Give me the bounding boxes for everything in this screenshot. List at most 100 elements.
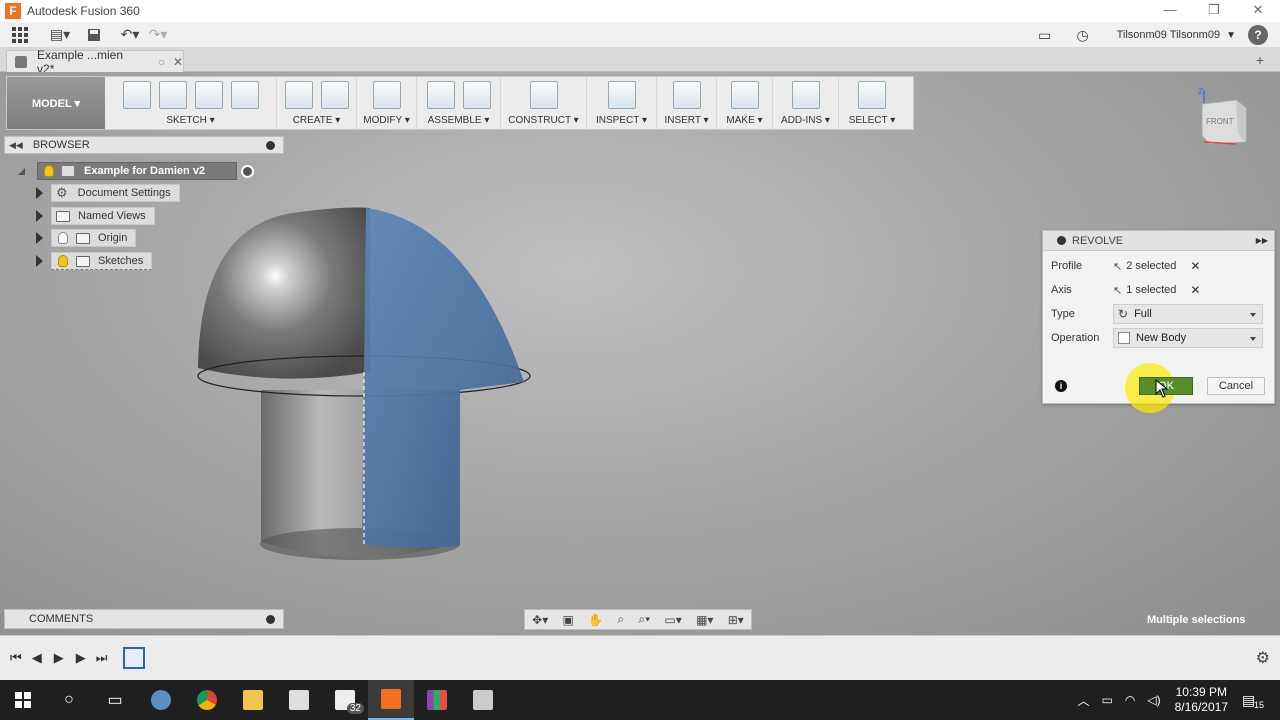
expand-triangle-icon[interactable] (36, 255, 43, 267)
rectangle-icon[interactable] (194, 81, 223, 109)
fit-icon[interactable]: ⌕▾ (638, 612, 650, 627)
create-group[interactable]: CREATE ▾ (277, 77, 357, 129)
construct-group[interactable]: CONSTRUCT ▾ (501, 77, 587, 129)
job-status-icon[interactable]: ▭ (1031, 24, 1059, 46)
select-menu[interactable]: SELECT ▾ (849, 115, 896, 126)
extrude-icon[interactable] (284, 81, 313, 109)
axis-selector[interactable]: ↖ 1 selected (1113, 284, 1176, 297)
visibility-bulb-icon[interactable] (58, 255, 68, 267)
collapse-double-chevron-icon[interactable]: ◀◀ (9, 140, 23, 151)
app-icon[interactable] (138, 680, 184, 720)
browser-root-node[interactable]: Example for Damien v2 (18, 162, 254, 180)
volume-icon[interactable]: ◁) (1147, 693, 1160, 707)
make-menu[interactable]: MAKE ▾ (726, 115, 762, 126)
operation-dropdown[interactable]: New Body (1113, 328, 1263, 348)
undo-icon[interactable]: ↶▾ (116, 24, 144, 46)
browser-item-origin[interactable]: Origin (36, 229, 137, 247)
type-dropdown[interactable]: ↻ Full (1113, 304, 1263, 324)
info-icon[interactable]: i (1055, 380, 1067, 392)
fusion-360-taskbar-icon[interactable] (368, 680, 414, 720)
timeline-settings-gear-icon[interactable]: ⚙ (1256, 648, 1270, 668)
insert-image-icon[interactable] (672, 81, 701, 109)
joint-icon[interactable] (462, 81, 491, 109)
sketch-menu[interactable]: SKETCH ▾ (166, 115, 214, 126)
action-center-icon[interactable]: ▤ 15 (1242, 692, 1272, 710)
cancel-button[interactable]: Cancel (1207, 377, 1265, 395)
stop-sketch-icon[interactable] (230, 81, 259, 109)
expand-triangle-icon[interactable] (36, 187, 43, 199)
windows-start-icon[interactable] (0, 680, 46, 720)
timeline-sketch-feature-icon[interactable] (123, 647, 146, 669)
browser-item-sketches[interactable]: Sketches (36, 252, 153, 270)
browser-item-named-views[interactable]: Named Views (36, 207, 155, 225)
window-app-icon[interactable] (460, 680, 506, 720)
battery-icon[interactable]: ▭ (1102, 693, 1113, 707)
profile-selector[interactable]: ↖ 2 selected (1113, 260, 1176, 273)
workspace-switcher[interactable]: MODEL ▾ (7, 77, 105, 129)
revolve-dialog-header[interactable]: REVOLVE ▶▶ (1043, 231, 1274, 251)
inspect-menu[interactable]: INSPECT ▾ (596, 115, 647, 126)
search-cortana-icon[interactable]: ○ (46, 680, 92, 720)
go-to-start-icon[interactable]: ⏮ (10, 650, 22, 666)
save-icon[interactable] (80, 24, 108, 46)
app-bars-icon[interactable] (414, 680, 460, 720)
expand-triangle-icon[interactable] (36, 210, 43, 222)
3d-print-icon[interactable] (730, 81, 759, 109)
modify-group[interactable]: MODIFY ▾ (357, 77, 417, 129)
line-icon[interactable] (158, 81, 187, 109)
close-tab-button[interactable]: ✕ (173, 55, 183, 69)
assemble-group[interactable]: ASSEMBLE ▾ (417, 77, 501, 129)
go-to-end-icon[interactable]: ⏭ (96, 650, 108, 666)
expanded-triangle-icon[interactable] (18, 167, 25, 175)
scripts-addins-icon[interactable] (791, 81, 820, 109)
task-view-icon[interactable]: ▭ (92, 680, 138, 720)
activate-radio-icon[interactable] (241, 164, 254, 178)
visibility-bulb-icon[interactable] (44, 165, 54, 177)
form-icon[interactable] (320, 81, 349, 109)
file-explorer-icon[interactable] (230, 680, 276, 720)
view-cube-face-label[interactable]: FRONT (1206, 117, 1234, 126)
step-forward-icon[interactable]: ▶ (76, 650, 86, 666)
modify-menu[interactable]: MODIFY ▾ (363, 115, 410, 126)
create-menu[interactable]: CREATE ▾ (293, 115, 341, 126)
browser-panel-header[interactable]: ◀◀ BROWSER (4, 136, 284, 154)
insert-group[interactable]: INSERT ▾ (657, 77, 717, 129)
browser-item-document-settings[interactable]: ⚙ Document Settings (36, 184, 180, 202)
browser-pin-icon[interactable] (266, 140, 275, 150)
chrome-icon[interactable] (184, 680, 230, 720)
select-cursor-icon[interactable] (858, 81, 886, 109)
assemble-menu[interactable]: ASSEMBLE ▾ (428, 115, 490, 126)
sketch-group[interactable]: SKETCH ▾ (105, 77, 277, 129)
calculator-icon[interactable] (276, 680, 322, 720)
addins-menu[interactable]: ADD-INS ▾ (781, 115, 830, 126)
insert-menu[interactable]: INSERT ▾ (664, 115, 708, 126)
expand-dialog-icon[interactable]: ▶▶ (1256, 236, 1268, 245)
redo-icon[interactable]: ↷▾ (144, 24, 172, 46)
show-hidden-icons-chevron-up-icon[interactable]: ︿ (1078, 692, 1090, 709)
file-menu-icon[interactable]: ▤▾ (46, 24, 74, 46)
display-settings-icon[interactable]: ▭▾ (664, 613, 681, 627)
pan-hand-icon[interactable]: ✋ (588, 613, 603, 627)
clear-profile-icon[interactable]: ✕ (1190, 259, 1200, 273)
create-sketch-icon[interactable] (122, 81, 151, 109)
step-back-icon[interactable]: ◀ (32, 650, 42, 666)
make-group[interactable]: MAKE ▾ (717, 77, 773, 129)
history-clock-icon[interactable]: ◷ (1069, 24, 1097, 46)
help-icon[interactable]: ? (1248, 25, 1268, 45)
data-panel-grid-icon[interactable] (6, 24, 34, 46)
view-cube[interactable]: Z FRONT (1196, 86, 1252, 146)
maximize-button[interactable]: ❐ (1192, 0, 1236, 22)
clear-axis-icon[interactable]: ✕ (1190, 283, 1200, 297)
inspect-group[interactable]: INSPECT ▾ (587, 77, 657, 129)
select-group[interactable]: SELECT ▾ (839, 77, 905, 129)
new-tab-button[interactable]: + (1256, 52, 1264, 68)
zoom-icon[interactable]: ⌕ (617, 612, 624, 627)
viewports-icon[interactable]: ⊞▾ (728, 613, 744, 627)
minimize-button[interactable]: — (1148, 0, 1192, 22)
play-icon[interactable]: ▶ (54, 650, 64, 666)
addins-group[interactable]: ADD-INS ▾ (773, 77, 839, 129)
orbit-icon[interactable]: ✥▾ (532, 613, 548, 627)
user-account-menu[interactable]: Tilsonm09 Tilsonm09 (1117, 29, 1221, 41)
offset-plane-icon[interactable] (529, 81, 558, 109)
construct-menu[interactable]: CONSTRUCT ▾ (508, 115, 578, 126)
